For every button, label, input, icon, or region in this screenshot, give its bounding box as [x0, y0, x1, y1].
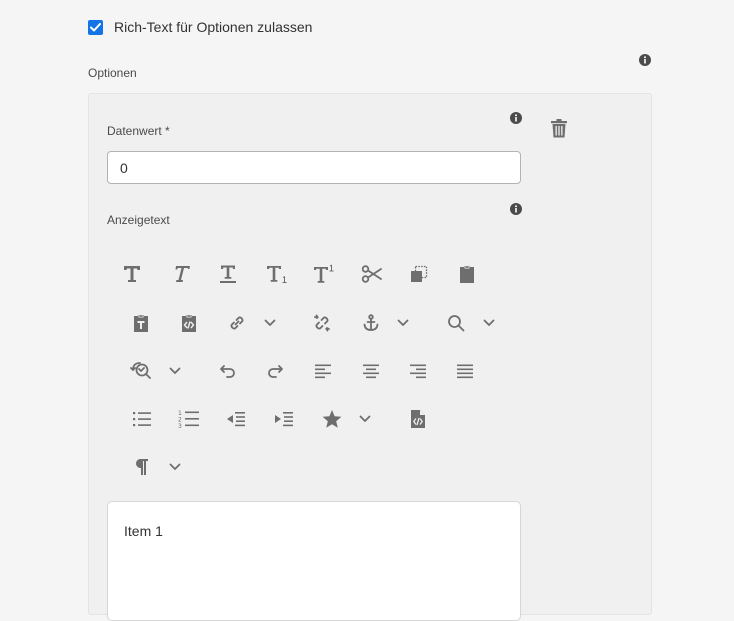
paste-icon[interactable]	[455, 262, 479, 286]
svg-text:3: 3	[178, 423, 182, 429]
find-icon[interactable]	[444, 311, 468, 335]
numbered-list-icon[interactable]: 123	[177, 407, 201, 431]
link-icon[interactable]	[225, 311, 249, 335]
rich-text-editor[interactable]	[107, 501, 521, 621]
outdent-icon[interactable]	[224, 407, 248, 431]
underline-icon[interactable]	[216, 262, 240, 286]
paste-html-icon[interactable]	[177, 311, 201, 335]
checkmark-icon	[90, 23, 101, 32]
find-dropdown-chevron-icon[interactable]	[482, 316, 496, 330]
unlink-icon[interactable]	[310, 311, 334, 335]
richtext-checkbox-label: Rich-Text für Optionen zulassen	[114, 19, 313, 35]
bullet-list-icon[interactable]	[130, 407, 154, 431]
special-char-dropdown-chevron-icon[interactable]	[358, 412, 372, 426]
anchor-dropdown-chevron-icon[interactable]	[396, 316, 410, 330]
data-value-label: Datenwert *	[107, 124, 170, 138]
find-replace-icon[interactable]	[129, 359, 153, 383]
editor-content: Item 1	[124, 523, 163, 539]
special-char-icon[interactable]	[320, 407, 344, 431]
align-right-icon[interactable]	[406, 359, 430, 383]
display-text-label: Anzeigetext	[107, 213, 170, 227]
subscript-icon[interactable]	[265, 262, 289, 286]
data-value-input[interactable]: 0	[107, 151, 521, 184]
link-dropdown-chevron-icon[interactable]	[263, 316, 277, 330]
align-left-icon[interactable]	[311, 359, 335, 383]
display-text-info-icon[interactable]	[510, 203, 522, 215]
richtext-checkbox[interactable]	[88, 20, 103, 35]
redo-icon[interactable]	[263, 359, 287, 383]
italic-icon[interactable]	[169, 262, 193, 286]
options-info-icon[interactable]	[639, 54, 651, 66]
options-label: Optionen	[88, 66, 137, 80]
anchor-icon[interactable]	[359, 311, 383, 335]
bold-icon[interactable]	[120, 262, 144, 286]
indent-icon[interactable]	[272, 407, 296, 431]
paste-text-icon[interactable]	[129, 311, 153, 335]
superscript-icon[interactable]	[312, 262, 336, 286]
source-edit-icon[interactable]	[406, 407, 430, 431]
justify-icon[interactable]	[453, 359, 477, 383]
align-center-icon[interactable]	[359, 359, 383, 383]
find-replace-dropdown-chevron-icon[interactable]	[168, 364, 182, 378]
paragraph-format-icon[interactable]	[129, 455, 153, 479]
data-value-info-icon[interactable]	[510, 112, 522, 124]
copy-icon[interactable]	[407, 262, 431, 286]
cut-icon[interactable]	[360, 262, 384, 286]
undo-icon[interactable]	[216, 359, 240, 383]
paragraph-dropdown-chevron-icon[interactable]	[168, 460, 182, 474]
data-value-text: 0	[120, 159, 128, 176]
delete-icon[interactable]	[550, 119, 568, 138]
